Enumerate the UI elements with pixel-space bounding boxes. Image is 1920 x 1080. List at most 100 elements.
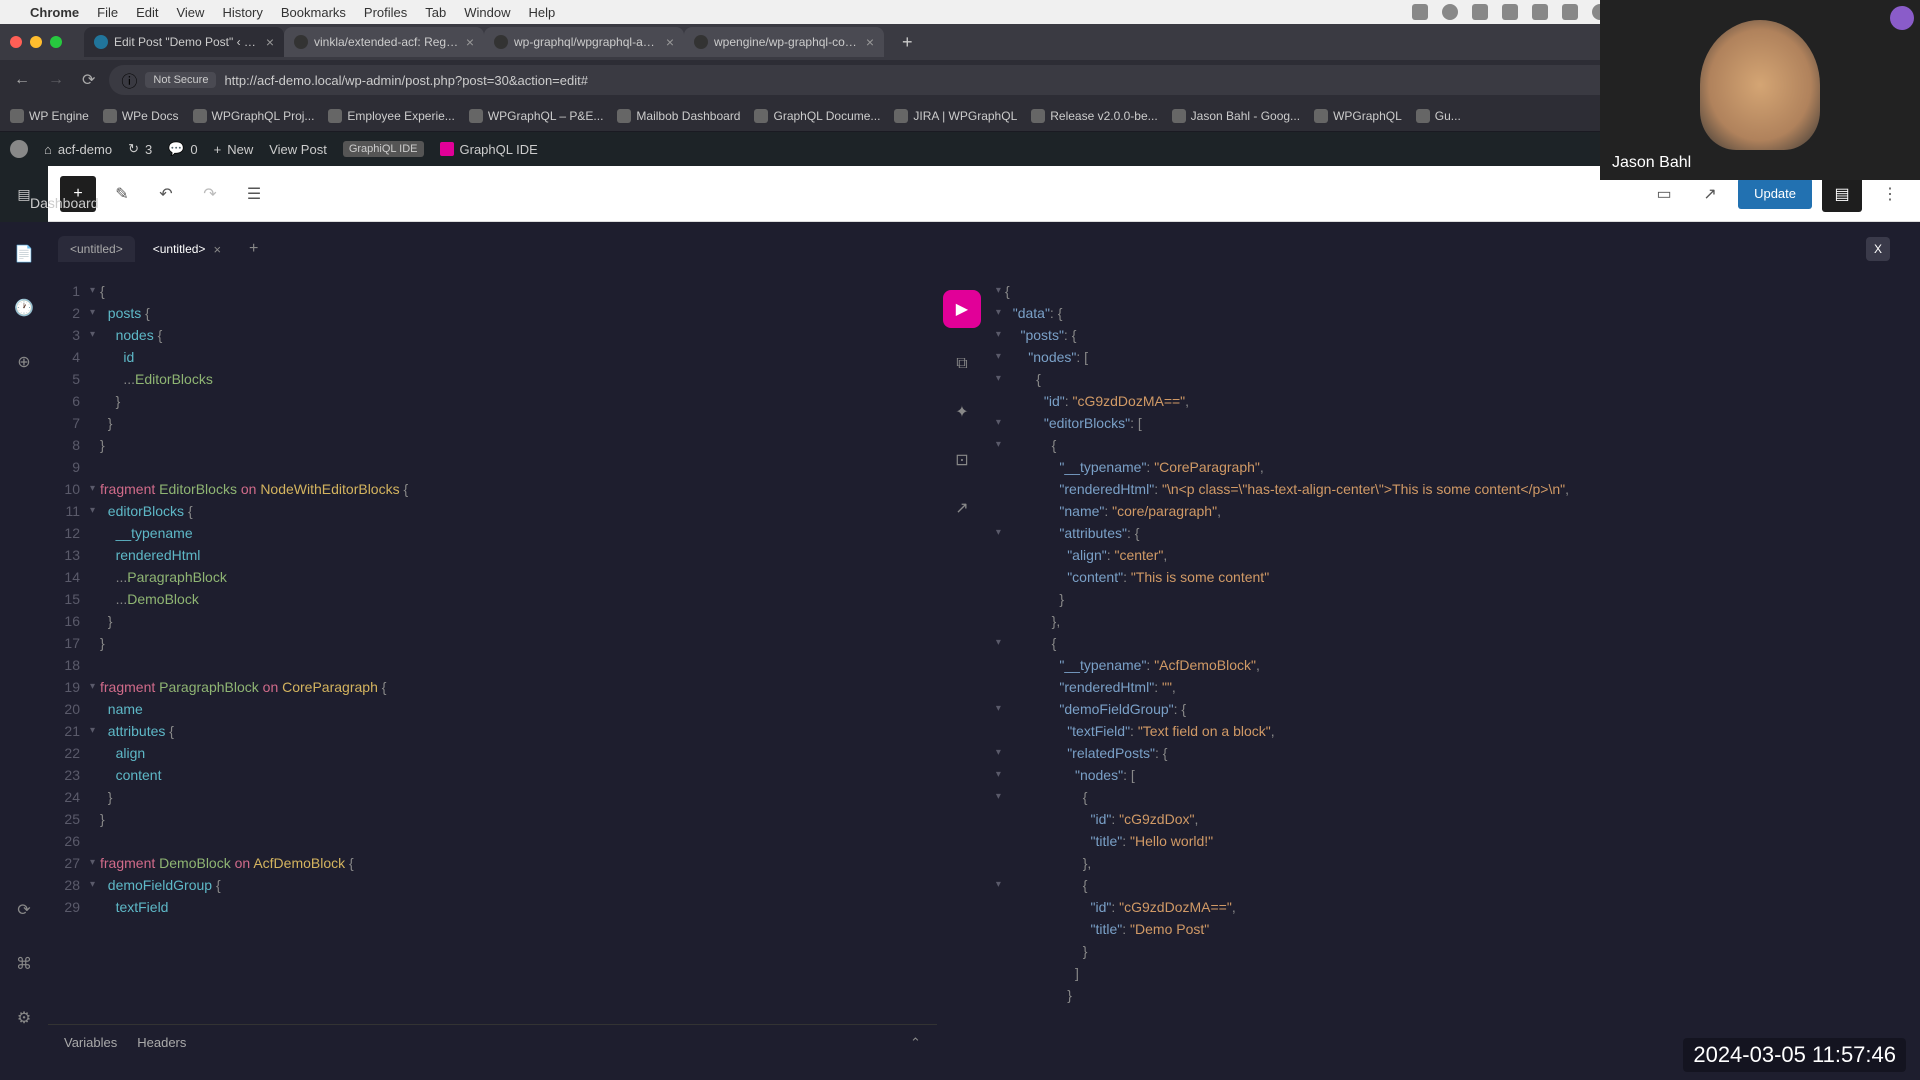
edit-tool-button[interactable]: ✎ bbox=[104, 176, 140, 212]
docs-icon[interactable]: 📄 bbox=[12, 242, 36, 266]
menu-tab[interactable]: Tab bbox=[425, 5, 446, 20]
explorer-icon[interactable]: ⊕ bbox=[12, 350, 36, 374]
close-tab-icon[interactable]: × bbox=[866, 34, 874, 50]
outline-button[interactable]: ☰ bbox=[236, 176, 272, 212]
more-options-button[interactable]: ⋮ bbox=[1872, 176, 1908, 212]
favicon-icon bbox=[94, 35, 108, 49]
close-panel-button[interactable]: X bbox=[1866, 237, 1890, 261]
menu-view[interactable]: View bbox=[176, 5, 204, 20]
close-tab-icon[interactable]: × bbox=[666, 34, 674, 50]
update-button[interactable]: Update bbox=[1738, 178, 1812, 209]
history-icon[interactable]: 🕐 bbox=[12, 296, 36, 320]
bookmark-item[interactable]: WPGraphQL bbox=[1314, 109, 1402, 123]
menu-window[interactable]: Window bbox=[464, 5, 510, 20]
bookmark-item[interactable]: Release v2.0.0-be... bbox=[1031, 109, 1157, 123]
bookmark-item[interactable]: Employee Experie... bbox=[328, 109, 454, 123]
bookmark-item[interactable]: WPGraphQL – P&E... bbox=[469, 109, 604, 123]
status-icon[interactable] bbox=[1532, 4, 1548, 20]
window-close-button[interactable] bbox=[10, 36, 22, 48]
new-button[interactable]: + New bbox=[214, 142, 254, 157]
browser-tab[interactable]: Edit Post "Demo Post" ‹ acf...× bbox=[84, 27, 284, 57]
app-name[interactable]: Chrome bbox=[30, 5, 79, 20]
variables-tab[interactable]: Variables bbox=[64, 1035, 117, 1050]
window-maximize-button[interactable] bbox=[50, 36, 62, 48]
add-tab-button[interactable]: + bbox=[239, 240, 268, 258]
menu-history[interactable]: History bbox=[222, 5, 262, 20]
bookmark-favicon-icon bbox=[1416, 109, 1430, 123]
timestamp: 2024-03-05 11:57:46 bbox=[1683, 1038, 1906, 1072]
settings-panel-button[interactable]: ▤ bbox=[1822, 176, 1862, 212]
forward-button[interactable]: → bbox=[44, 67, 68, 93]
bookmark-item[interactable]: Gu... bbox=[1416, 109, 1461, 123]
tab-title: wpengine/wp-graphql-conten... bbox=[714, 35, 860, 49]
graphiql-tab[interactable]: <untitled> × bbox=[141, 236, 233, 263]
query-editor[interactable]: 1▾{2▾ posts {3▾ nodes {4 id5 ...EditorBl… bbox=[48, 270, 937, 1024]
new-label: New bbox=[227, 142, 253, 157]
graphiql-ide-2[interactable]: GraphQL IDE bbox=[440, 142, 538, 157]
bookmark-item[interactable]: WPe Docs bbox=[103, 109, 179, 123]
bookmark-label: Mailbob Dashboard bbox=[636, 109, 740, 123]
browser-tab[interactable]: vinkla/extended-acf: Register...× bbox=[284, 27, 484, 57]
bookmark-label: WPe Docs bbox=[122, 109, 179, 123]
settings-icon[interactable]: ⚙ bbox=[12, 1006, 36, 1030]
browser-tab[interactable]: wp-graphql/wpgraphql-acf: F...× bbox=[484, 27, 684, 57]
home-icon: ⌂ bbox=[44, 142, 52, 157]
export-icon[interactable]: ↗ bbox=[950, 496, 974, 520]
bookmark-item[interactable]: GraphQL Docume... bbox=[754, 109, 880, 123]
back-button[interactable]: ← bbox=[10, 67, 34, 93]
menu-help[interactable]: Help bbox=[529, 5, 556, 20]
result-panel[interactable]: ▾{▾ "data": {▾ "posts": {▾ "nodes": [▾ {… bbox=[987, 270, 1900, 1060]
favicon-icon bbox=[494, 35, 508, 49]
url-text: http://acf-demo.local/wp-admin/post.php?… bbox=[224, 73, 588, 88]
updates-button[interactable]: ↻ 3 bbox=[128, 141, 152, 157]
bookmark-label: Gu... bbox=[1435, 109, 1461, 123]
comment-icon: 💬 bbox=[168, 141, 184, 157]
undo-button[interactable]: ↶ bbox=[148, 176, 184, 212]
bookmark-favicon-icon bbox=[617, 109, 631, 123]
view-button[interactable]: ▭ bbox=[1646, 176, 1682, 212]
bookmark-item[interactable]: Mailbob Dashboard bbox=[617, 109, 740, 123]
graphiql-ide-1[interactable]: GraphiQL IDE bbox=[343, 141, 424, 157]
status-icon[interactable] bbox=[1502, 4, 1518, 20]
prettify-icon[interactable]: ✦ bbox=[950, 400, 974, 424]
menu-bookmarks[interactable]: Bookmarks bbox=[281, 5, 346, 20]
refetch-icon[interactable]: ⟳ bbox=[12, 898, 36, 922]
chevron-up-icon[interactable]: ⌃ bbox=[910, 1035, 921, 1051]
reload-button[interactable]: ⟳ bbox=[78, 66, 99, 94]
preview-button[interactable]: ↗ bbox=[1692, 176, 1728, 212]
graphiql-tab[interactable]: <untitled> bbox=[58, 236, 135, 262]
bookmark-item[interactable]: WP Engine bbox=[10, 109, 89, 123]
close-tab-icon[interactable]: × bbox=[466, 34, 474, 50]
view-post-button[interactable]: View Post bbox=[269, 142, 327, 157]
status-icon[interactable] bbox=[1412, 4, 1428, 20]
menu-profiles[interactable]: Profiles bbox=[364, 5, 407, 20]
wp-logo[interactable] bbox=[10, 140, 28, 158]
site-name[interactable]: ⌂ acf-demo bbox=[44, 142, 112, 157]
wp-sidebar-toggle[interactable]: ▤ bbox=[0, 166, 48, 222]
menu-edit[interactable]: Edit bbox=[136, 5, 158, 20]
bookmark-favicon-icon bbox=[754, 109, 768, 123]
merge-icon[interactable]: ⊡ bbox=[950, 448, 974, 472]
view-post-label: View Post bbox=[269, 142, 327, 157]
query-editor-panel: 1▾{2▾ posts {3▾ nodes {4 id5 ...EditorBl… bbox=[48, 270, 937, 1060]
new-tab-button[interactable]: + bbox=[892, 32, 923, 53]
window-minimize-button[interactable] bbox=[30, 36, 42, 48]
shortcuts-icon[interactable]: ⌘ bbox=[12, 952, 36, 976]
copy-icon[interactable]: ⧉ bbox=[950, 352, 974, 376]
browser-tab[interactable]: wpengine/wp-graphql-conten... × bbox=[684, 27, 884, 57]
close-tab-icon[interactable]: × bbox=[266, 34, 274, 50]
status-icon[interactable] bbox=[1442, 4, 1458, 20]
menu-file[interactable]: File bbox=[97, 5, 118, 20]
bookmark-item[interactable]: Jason Bahl - Goog... bbox=[1172, 109, 1300, 123]
execute-button[interactable]: ▶ bbox=[943, 290, 981, 328]
close-tab-icon[interactable]: × bbox=[213, 242, 221, 257]
bookmark-label: GraphQL Docume... bbox=[773, 109, 880, 123]
bookmark-item[interactable]: WPGraphQL Proj... bbox=[193, 109, 315, 123]
redo-button[interactable]: ↷ bbox=[192, 176, 228, 212]
status-icon[interactable] bbox=[1562, 4, 1578, 20]
status-icon[interactable] bbox=[1472, 4, 1488, 20]
headers-tab[interactable]: Headers bbox=[137, 1035, 186, 1050]
bookmark-item[interactable]: JIRA | WPGraphQL bbox=[894, 109, 1017, 123]
dashboard-label[interactable]: Dashboard bbox=[30, 195, 99, 211]
comments-button[interactable]: 💬 0 bbox=[168, 141, 197, 157]
